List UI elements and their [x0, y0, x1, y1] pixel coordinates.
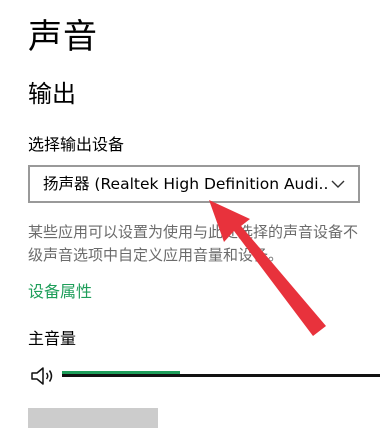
volume-slider-fill [62, 371, 180, 374]
output-device-label: 选择输出设备 [28, 135, 125, 154]
output-device-value: 扬声器 (Realtek High Definition Audi... [43, 175, 328, 193]
page-title: 声音 [28, 17, 98, 57]
output-section-title: 输出 [28, 80, 76, 108]
chevron-down-icon [331, 180, 345, 188]
description-line: 级声音选项中自定义应用音量和设备。 [28, 246, 284, 264]
bottom-button[interactable] [28, 408, 158, 428]
master-volume-label: 主音量 [28, 329, 77, 348]
device-properties-link[interactable]: 设备属性 [28, 281, 92, 303]
volume-slider-track [62, 374, 380, 377]
description-line: 某些应用可以设置为使用与此处选择的声音设备不 [28, 223, 359, 241]
speaker-icon[interactable] [30, 364, 60, 388]
output-description: 某些应用可以设置为使用与此处选择的声音设备不 级声音选项中自定义应用音量和设备。 [28, 221, 380, 267]
annotation-arrow [209, 200, 326, 336]
output-device-select[interactable]: 扬声器 (Realtek High Definition Audi... [28, 165, 360, 203]
master-volume-slider[interactable] [62, 366, 380, 386]
